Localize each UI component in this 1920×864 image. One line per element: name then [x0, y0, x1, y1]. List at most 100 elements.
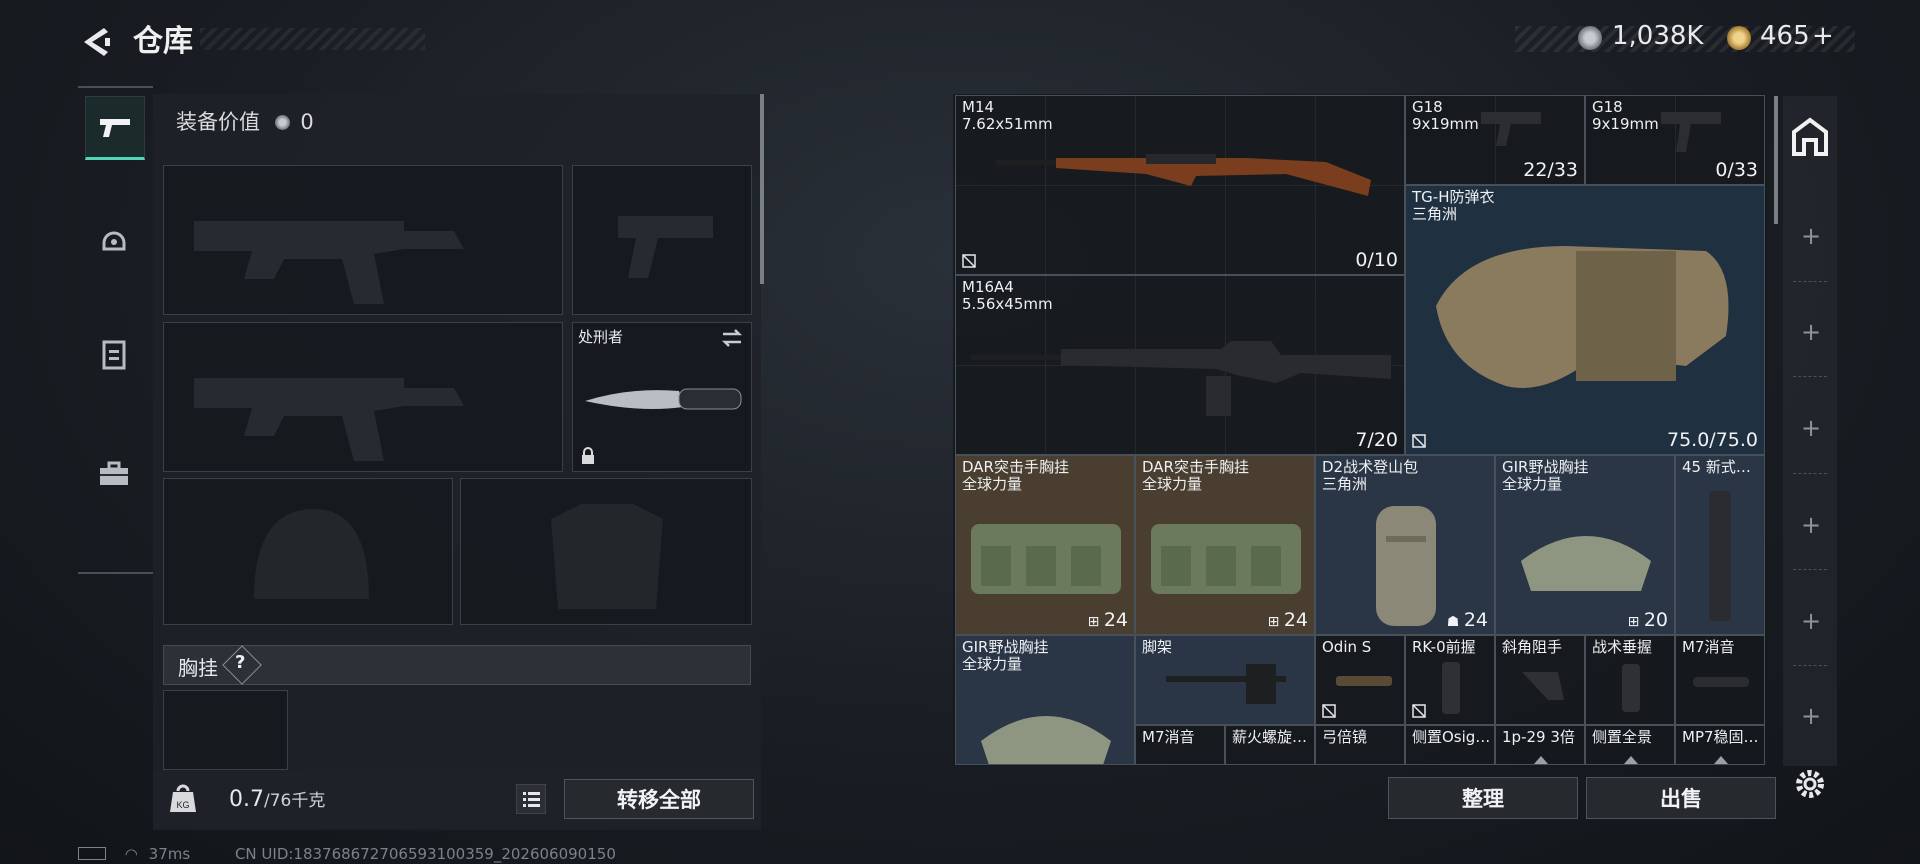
- item-name: MP7稳固…: [1682, 728, 1759, 746]
- melee-slot[interactable]: 处刑者: [572, 322, 752, 472]
- item-gir-rig-a[interactable]: GIR野战胸挂 全球力量 ⊞ 20: [1495, 455, 1675, 635]
- title-decoration: [200, 28, 425, 50]
- item-m14[interactable]: M14 7.62x51mm 0/10: [955, 95, 1405, 275]
- add-storage-button[interactable]: +: [1801, 607, 1821, 635]
- item-count: 24: [1283, 609, 1308, 631]
- add-storage-button[interactable]: +: [1801, 222, 1821, 250]
- gold-currency: 465: [1760, 21, 1810, 51]
- item-m16a4[interactable]: M16A4 5.56x45mm 7/20: [955, 275, 1405, 455]
- no-insurance-icon: [962, 254, 976, 268]
- item-name: GIR野战胸挂 全球力量: [962, 638, 1049, 673]
- loadout-scrollbar[interactable]: [760, 94, 764, 284]
- item-dar-rig-a[interactable]: DAR突击手胸挂 全球力量 ⊞ 24: [955, 455, 1135, 635]
- item-spiral[interactable]: 薪火螺旋…: [1225, 725, 1315, 765]
- item-g18-b[interactable]: G18 9x19mm 0/33: [1585, 95, 1765, 185]
- item-capacity: ⊞ 24: [1268, 609, 1308, 631]
- item-tactical-grip[interactable]: 战术垂握: [1585, 635, 1675, 725]
- item-count: 75.0/75.0: [1666, 429, 1758, 451]
- item-name: D2战术登山包 三角洲: [1322, 458, 1419, 493]
- rail-divider: [1793, 473, 1827, 474]
- item-name: 战术垂握: [1592, 638, 1653, 656]
- item-name: G18 9x19mm: [1592, 98, 1659, 133]
- item-d2-backpack[interactable]: D2战术登山包 三角洲 ☗ 24: [1315, 455, 1495, 635]
- item-g18-a[interactable]: G18 9x19mm 22/33: [1405, 95, 1585, 185]
- expand-arrow-icon: [1714, 756, 1728, 764]
- no-insurance-icon: [1412, 434, 1426, 448]
- item-bow-scope[interactable]: 弓倍镜: [1315, 725, 1405, 765]
- secondary-weapon-slot[interactable]: [163, 322, 563, 472]
- add-currency-button[interactable]: +: [1812, 21, 1834, 51]
- silver-coin-icon: [274, 115, 290, 130]
- transfer-all-button[interactable]: 转移全部: [564, 779, 754, 819]
- item-name: 侧置Osig…: [1412, 728, 1491, 746]
- sell-button[interactable]: 出售: [1586, 777, 1776, 819]
- add-storage-button[interactable]: +: [1801, 511, 1821, 539]
- item-count: 7/20: [1355, 429, 1398, 451]
- rail-divider: [1793, 569, 1827, 570]
- swap-icon[interactable]: [719, 327, 745, 349]
- grip-icon: [1442, 662, 1460, 714]
- storage-rail: + + + + + +: [1783, 96, 1837, 766]
- inventory-scrollbar[interactable]: [1774, 96, 1778, 224]
- rifle-icon: [971, 341, 1391, 416]
- item-name: 侧置全景: [1592, 728, 1653, 746]
- grip-icon: [1522, 672, 1564, 700]
- tab-helmet[interactable]: [85, 208, 143, 268]
- grip-icon: [1622, 664, 1640, 712]
- lock-icon: [582, 447, 594, 464]
- rail-divider: [1793, 665, 1827, 666]
- chest-rig-slot[interactable]: [163, 690, 288, 770]
- add-storage-button[interactable]: +: [1801, 702, 1821, 730]
- ping-readout: 37ms: [148, 845, 191, 863]
- add-storage-button[interactable]: +: [1801, 414, 1821, 442]
- expand-arrow-icon: [1624, 756, 1638, 764]
- body-armor-icon: [1436, 246, 1729, 388]
- item-gir-rig-b[interactable]: GIR野战胸挂 全球力量: [955, 635, 1135, 765]
- help-mark: ?: [235, 652, 246, 673]
- item-mp7-stock[interactable]: MP7稳固…: [1675, 725, 1765, 765]
- primary-weapon-slot[interactable]: [163, 165, 563, 315]
- item-name: 45 新式…: [1682, 458, 1751, 476]
- tab-case[interactable]: [85, 444, 143, 504]
- item-45-new[interactable]: 45 新式…: [1675, 455, 1765, 635]
- item-bipod[interactable]: 脚架: [1135, 635, 1315, 725]
- item-m7-suppressor-b[interactable]: M7消音: [1135, 725, 1225, 765]
- user-uid: CN UID:18376867270659310035​9_2026060901…: [234, 845, 616, 863]
- item-1p29-scope[interactable]: 1p-29 3倍: [1495, 725, 1585, 765]
- helmet-slot[interactable]: [163, 478, 453, 625]
- item-tgh-armor[interactable]: TG-H防弹衣 三角洲 75.0/75.0: [1405, 185, 1765, 455]
- item-side-osig[interactable]: 侧置Osig…: [1405, 725, 1495, 765]
- item-name: DAR突击手胸挂 全球力量: [1142, 458, 1249, 493]
- item-count: 0/33: [1715, 159, 1758, 181]
- rail-divider: [1793, 376, 1827, 377]
- tab-rig[interactable]: [85, 324, 143, 384]
- item-dar-rig-b[interactable]: DAR突击手胸挂 全球力量 ⊞ 24: [1135, 455, 1315, 635]
- briefcase-icon: [100, 461, 128, 485]
- sidearm-slot[interactable]: [572, 165, 752, 315]
- item-count: 20: [1643, 609, 1668, 631]
- battery-icon: [78, 847, 106, 860]
- helmet-icon: [102, 231, 126, 251]
- item-odin-s[interactable]: Odin S: [1315, 635, 1405, 725]
- item-m7-suppressor-a[interactable]: M7消音: [1675, 635, 1765, 725]
- settings-gear-icon[interactable]: [1793, 767, 1827, 801]
- armor-slot[interactable]: [460, 478, 752, 625]
- silver-coin-icon: [1578, 26, 1602, 50]
- back-icon[interactable]: [78, 22, 118, 62]
- pistol-icon: [1481, 112, 1541, 146]
- list-view-icon[interactable]: [516, 784, 546, 814]
- item-name: RK-0前握: [1412, 638, 1476, 656]
- item-capacity: ⊞ 20: [1628, 609, 1668, 631]
- item-name: 1p-29 3倍: [1502, 728, 1575, 746]
- chest-rig-section-label: 胸挂: [178, 656, 218, 680]
- helmet-silhouette-icon: [254, 509, 369, 599]
- add-storage-button[interactable]: +: [1801, 318, 1821, 346]
- no-insurance-icon: [1412, 704, 1426, 718]
- item-count: 0/10: [1355, 249, 1398, 271]
- sort-button[interactable]: 整理: [1388, 777, 1578, 819]
- item-side-panoramic[interactable]: 侧置全景: [1585, 725, 1675, 765]
- warehouse-icon[interactable]: [1790, 116, 1830, 156]
- item-rk0-grip[interactable]: RK-0前握: [1405, 635, 1495, 725]
- item-angled-grip[interactable]: 斜角阻手: [1495, 635, 1585, 725]
- tab-weapons[interactable]: [85, 96, 145, 160]
